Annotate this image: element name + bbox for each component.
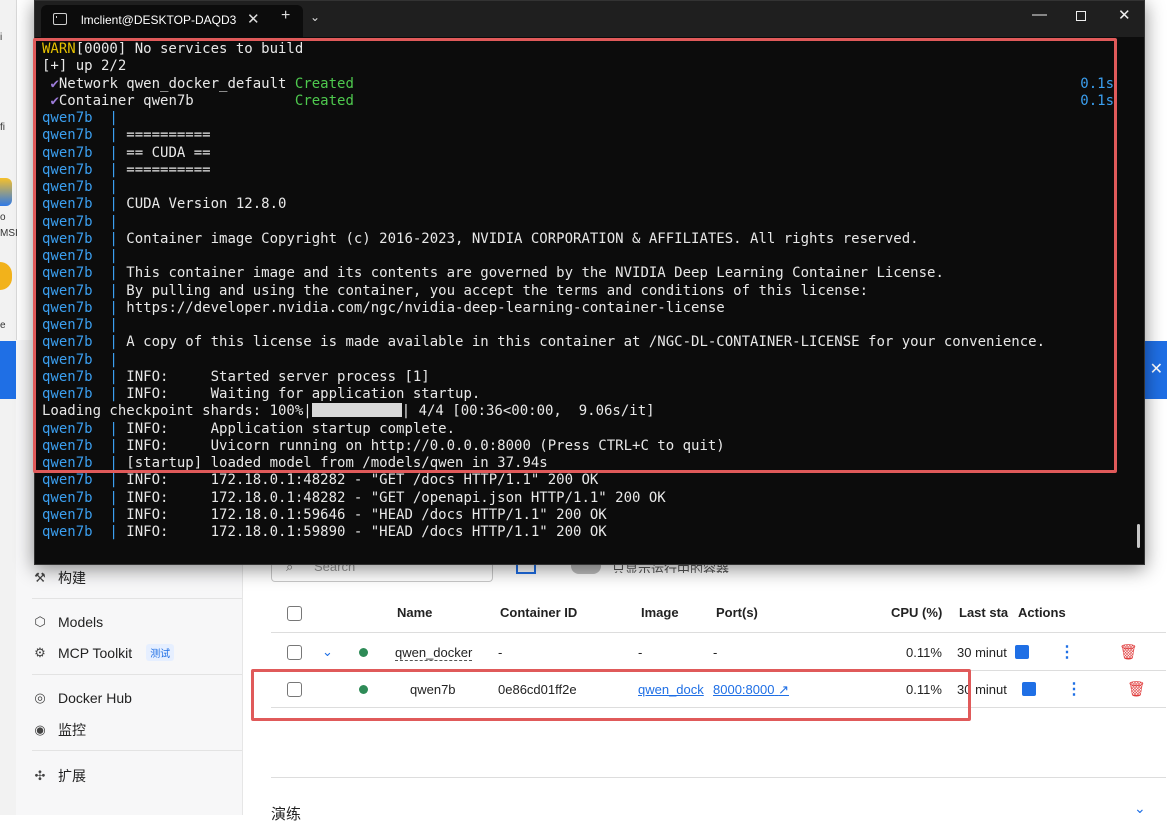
terminal-line: qwen7b | INFO: 172.18.0.1:59646 - "HEAD …	[42, 507, 1132, 524]
col-header-ports[interactable]: Port(s)	[716, 605, 758, 620]
toolkit-icon: ⚙	[34, 644, 46, 660]
last-started: 30 minut	[957, 645, 1007, 660]
new-tab-icon[interactable]: +	[281, 7, 290, 25]
port-mapping: -	[713, 645, 718, 660]
desktop-strip: i fi o MSI e	[0, 0, 18, 815]
sidebar-item-mcp-toolkit[interactable]: ⚙ MCP Toolkit 测试	[32, 644, 175, 661]
log-text: INFO: 172.18.0.1:48282 - "GET /docs HTTP…	[126, 472, 599, 489]
chevron-down-icon[interactable]: ⌄	[310, 10, 320, 24]
sidebar-item-label: 监控	[58, 722, 86, 738]
col-header-cpu[interactable]: CPU (%)	[891, 605, 942, 620]
sidebar-item-label: 扩展	[58, 768, 86, 784]
service-name: qwen7b	[42, 489, 93, 506]
trash-icon[interactable]: 🗑	[1119, 643, 1138, 661]
sidebar-item-extensions[interactable]: ✣ 扩展	[32, 766, 86, 786]
sidebar-item-label: 构建	[58, 570, 86, 586]
sidebar-item-label: MCP Toolkit	[58, 644, 133, 661]
chevron-down-icon[interactable]: ⌄	[1134, 800, 1146, 817]
terminal-line: qwen7b | INFO: 172.18.0.1:48282 - "GET /…	[42, 472, 1132, 489]
tab-title: lmclient@DESKTOP-DAQD3H2	[81, 13, 236, 27]
minimize-icon[interactable]: —	[1032, 6, 1047, 23]
divider	[32, 750, 242, 751]
highlight-box	[33, 38, 1117, 473]
divider	[271, 777, 1166, 778]
running-status-dot	[359, 648, 368, 657]
row-checkbox[interactable]	[287, 645, 302, 660]
terminal-titlebar[interactable]: lmclient@DESKTOP-DAQD3H2 ✕ + ⌄ — ✕	[35, 1, 1144, 37]
service-separator: |	[92, 524, 127, 540]
sidebar-item-monitor[interactable]: ◉ 监控	[32, 720, 86, 740]
container-id: -	[498, 645, 503, 660]
stop-button[interactable]	[1022, 682, 1036, 696]
service-separator: |	[92, 506, 127, 523]
col-header-image[interactable]: Image	[641, 605, 679, 620]
desktop-label: o	[0, 212, 6, 223]
docker-hub-icon: ◎	[34, 690, 46, 705]
service-name: qwen7b	[42, 506, 93, 523]
trash-icon[interactable]: 🗑	[1127, 680, 1146, 698]
log-text: INFO: 172.18.0.1:48282 - "GET /openapi.j…	[126, 489, 666, 506]
desktop-label: MSI	[0, 228, 18, 239]
service-separator: |	[92, 472, 127, 489]
cpu-usage: 0.11%	[906, 645, 942, 660]
beta-badge: 测试	[146, 644, 175, 661]
cube-icon: ⬡	[34, 614, 46, 629]
scrollbar[interactable]	[1137, 524, 1140, 548]
divider	[32, 674, 242, 675]
col-header-last-started[interactable]: Last sta	[959, 605, 1009, 620]
terminal-icon	[53, 13, 67, 25]
desktop-label: e	[0, 320, 6, 331]
log-text: INFO: 172.18.0.1:59646 - "HEAD /docs HTT…	[126, 506, 607, 523]
chrome-icon[interactable]	[0, 262, 12, 290]
stop-button[interactable]	[1015, 645, 1029, 659]
close-icon[interactable]: ✕	[1150, 359, 1163, 379]
container-name[interactable]: qwen_docker	[395, 645, 473, 661]
desktop-label: fi	[0, 122, 5, 133]
sidebar-item-label: Models	[58, 614, 104, 630]
more-options-icon[interactable]: ⋮	[1066, 679, 1082, 699]
monitor-icon: ◉	[34, 722, 46, 737]
maximize-icon[interactable]	[1076, 11, 1086, 21]
wrench-icon: ⚒	[34, 570, 46, 585]
more-options-icon[interactable]: ⋮	[1059, 642, 1075, 662]
select-all-checkbox[interactable]	[287, 606, 302, 621]
terminal-line: qwen7b | INFO: 172.18.0.1:59890 - "HEAD …	[42, 524, 1132, 541]
col-header-container-id[interactable]: Container ID	[500, 605, 577, 620]
divider	[271, 632, 1166, 633]
desktop-label: i	[0, 32, 3, 43]
service-name: qwen7b	[42, 524, 93, 540]
close-window-icon[interactable]: ✕	[1118, 6, 1131, 24]
close-icon[interactable]: ✕	[247, 10, 260, 28]
puzzle-icon: ✣	[34, 768, 46, 783]
service-name: qwen7b	[42, 472, 93, 489]
desktop-app-icon[interactable]	[0, 178, 12, 206]
sidebar-item-docker-hub[interactable]: ◎ Docker Hub	[32, 690, 132, 706]
sidebar-item-models[interactable]: ⬡ Models	[32, 614, 103, 630]
sidebar-item-build[interactable]: ⚒ 构建	[32, 568, 86, 588]
sidebar-item-label: Docker Hub	[58, 690, 132, 706]
divider	[32, 598, 242, 599]
terminal-tab[interactable]: lmclient@DESKTOP-DAQD3H2 ✕	[41, 5, 303, 37]
section-title: 演练	[271, 806, 302, 823]
col-header-actions: Actions	[1018, 605, 1066, 620]
service-separator: |	[92, 489, 127, 506]
col-header-name[interactable]: Name	[397, 605, 432, 620]
image-name: -	[638, 645, 643, 660]
highlight-box	[251, 669, 971, 721]
terminal-line: qwen7b | INFO: 172.18.0.1:48282 - "GET /…	[42, 490, 1132, 507]
chevron-down-icon[interactable]: ⌄	[322, 644, 333, 660]
log-text: INFO: 172.18.0.1:59890 - "HEAD /docs HTT…	[126, 524, 607, 540]
